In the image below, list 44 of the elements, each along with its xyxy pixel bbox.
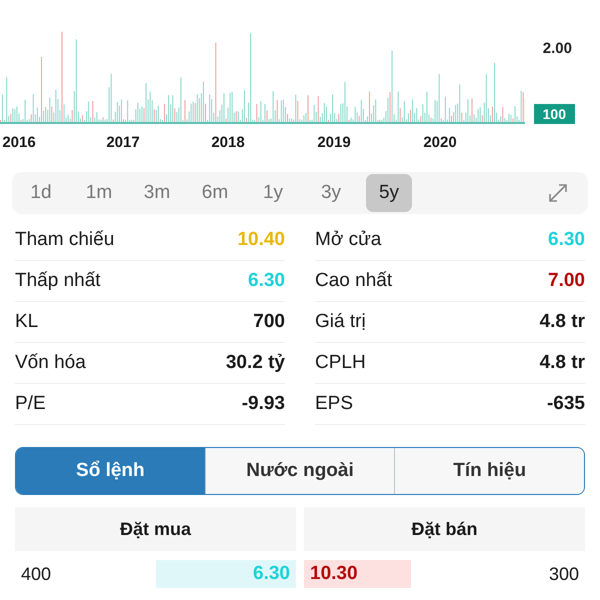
axis-label: 2.00: [542, 40, 572, 57]
stat-value: 4.8 tr: [540, 352, 585, 374]
stat-value: 4.8 tr: [540, 311, 585, 333]
stat-label: EPS: [315, 393, 354, 415]
stat-value: 6.30: [248, 270, 285, 292]
stat-label: Tham chiếu: [15, 229, 114, 251]
stat-value: 30.2 tỷ: [226, 352, 285, 374]
year-label: 2016: [2, 134, 36, 151]
year-label: 2019: [317, 134, 351, 151]
stat-label: KL: [15, 311, 38, 333]
buy-volume: 400: [20, 564, 52, 584]
range-tab[interactable]: 3m: [134, 174, 180, 212]
column-header: Đặt bán: [304, 507, 585, 551]
stat-value: 700: [253, 311, 285, 333]
stat-value: -635: [546, 393, 585, 415]
stat-label: Giá trị: [315, 311, 366, 333]
range-tab[interactable]: 1y: [250, 174, 296, 212]
buy-price: 6.30: [156, 560, 296, 588]
sell-price: 10.30: [304, 560, 411, 588]
segment-tab[interactable]: Nước ngoài: [204, 448, 394, 494]
stat-label: P/E: [15, 393, 46, 415]
stat-value: -9.93: [242, 393, 285, 415]
column-header: Đặt mua: [15, 507, 296, 551]
stat-label: Vốn hóa: [15, 352, 86, 374]
year-label: 2017: [106, 134, 140, 151]
stat-label: Cao nhất: [315, 270, 392, 292]
stat-value: 10.40: [237, 229, 285, 251]
stat-value: 6.30: [548, 229, 585, 251]
stat-label: CPLH: [315, 352, 366, 374]
stat-label: Mở cửa: [315, 229, 382, 251]
segment-tab[interactable]: Tín hiệu: [394, 448, 584, 494]
sell-volume: 300: [548, 564, 580, 584]
expand-icon[interactable]: [548, 183, 568, 203]
range-tab[interactable]: 1d: [18, 174, 64, 212]
range-tab[interactable]: 6m: [192, 174, 238, 212]
stat-value: 7.00: [548, 270, 585, 292]
year-label: 2018: [211, 134, 245, 151]
stat-label: Thấp nhất: [15, 270, 101, 292]
range-tab[interactable]: 5y: [366, 174, 412, 212]
range-tab[interactable]: 3y: [308, 174, 354, 212]
last-value-badge: 100: [534, 104, 575, 124]
year-label: 2020: [423, 134, 457, 151]
range-tab[interactable]: 1m: [76, 174, 122, 212]
segment-tab[interactable]: Sổ lệnh: [16, 448, 205, 494]
